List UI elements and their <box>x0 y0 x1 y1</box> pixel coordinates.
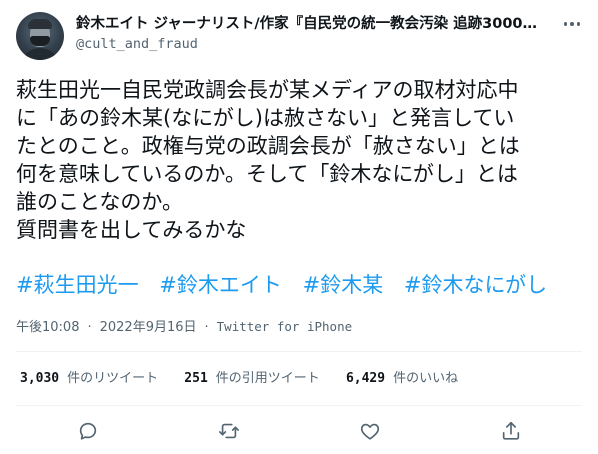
more-dot <box>570 22 574 26</box>
quotes-stat[interactable]: 251 件の引用ツイート <box>184 371 320 386</box>
hashtag-link[interactable]: #鈴木なにがし <box>404 273 547 297</box>
hashtag-link[interactable]: #鈴木某 <box>303 273 384 297</box>
engagement-stats: 3,030 件のリツイート 251 件の引用ツイート 6,429 件のいいね <box>20 370 480 388</box>
avatar-body-shape <box>20 48 60 60</box>
retweets-count: 3,030 <box>20 371 60 386</box>
tweet-source[interactable]: Twitter for iPhone <box>217 319 352 334</box>
hashtag-link[interactable]: #鈴木エイト <box>159 273 282 297</box>
avatar-mask-shape <box>30 36 50 46</box>
author-handle[interactable]: @cult_and_fraud <box>76 35 198 53</box>
retweet-icon[interactable] <box>216 418 242 444</box>
tweet-meta: 午後10:08 · 2022年9月16日 · Twitter for iPhone <box>16 318 352 337</box>
likes-stat[interactable]: 6,429 件のいいね <box>346 371 458 386</box>
retweets-label: 件のリツイート <box>67 371 159 386</box>
divider <box>16 351 582 352</box>
more-dot <box>563 22 568 26</box>
meta-separator: · <box>204 320 209 335</box>
like-icon[interactable] <box>357 418 383 444</box>
tweet-date[interactable]: 2022年9月16日 <box>100 320 197 335</box>
avatar[interactable] <box>16 12 64 60</box>
likes-count: 6,429 <box>345 371 386 386</box>
hashtag-list: #萩生田光一 #鈴木エイト #鈴木某 #鈴木なにがし <box>16 271 561 299</box>
author-display-name[interactable]: 鈴木エイト ジャーナリスト/作家『自民党の統一教会汚染 追跡3000日』『統一教… <box>76 14 548 34</box>
action-bar <box>0 414 598 448</box>
more-dot <box>576 22 581 26</box>
tweet-text: 萩生田光一自民党政調会長が某メディアの取材対応中 に「あの鈴木某(なにがし)は赦… <box>16 78 520 242</box>
meta-separator: · <box>87 320 92 335</box>
hashtag-link[interactable]: #萩生田光一 <box>16 273 139 297</box>
reply-icon[interactable] <box>75 418 101 444</box>
more-options-icon[interactable] <box>560 14 584 34</box>
likes-label: 件のいいね <box>393 371 459 386</box>
tweet-time[interactable]: 午後10:08 <box>16 320 79 335</box>
avatar-hair-shape <box>28 19 52 29</box>
quotes-label: 件の引用ツイート <box>215 371 320 386</box>
divider <box>16 405 582 406</box>
retweets-stat[interactable]: 3,030 件のリツイート <box>20 371 158 386</box>
quotes-count: 251 <box>184 371 208 386</box>
share-icon[interactable] <box>498 418 524 444</box>
